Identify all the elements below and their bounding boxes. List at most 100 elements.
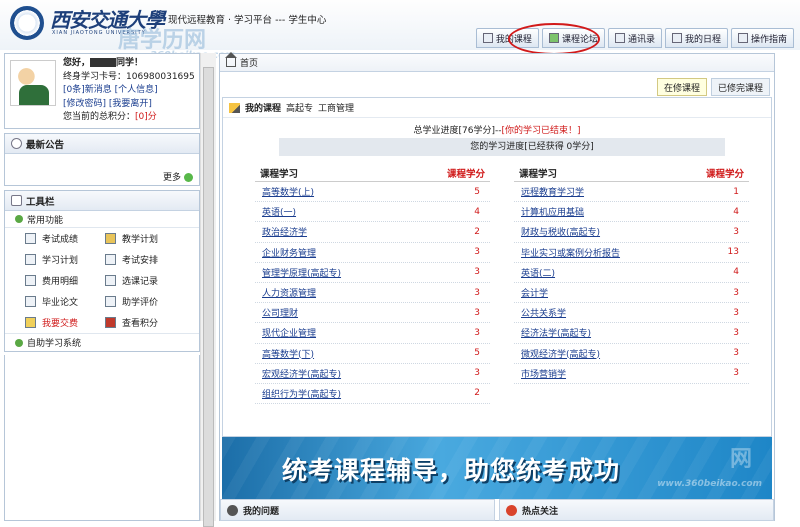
col-course-header: 课程学习 — [519, 169, 558, 180]
my-courses-panel: 我的课程 高起专 工商管理 总学业进度[76学分]--[你的学习已结束！] 您的… — [222, 97, 772, 437]
toolbar-title: 工具栏 — [26, 196, 55, 208]
change-password-link[interactable]: [修改密码] — [63, 99, 106, 109]
tool-evaluation[interactable]: 助学评价 — [105, 295, 185, 308]
tool-view-points[interactable]: 查看积分 — [105, 316, 185, 329]
tab-my-courses[interactable]: 我的课程 — [475, 28, 539, 48]
study-plan-icon — [25, 254, 36, 265]
tool-pay-fees[interactable]: 我要交费 — [25, 316, 105, 329]
messages-link[interactable]: [0条]新消息 — [63, 85, 112, 95]
tool-study-plan[interactable]: 学习计划 — [25, 253, 105, 266]
course-link[interactable]: 高等数学(上) — [262, 185, 314, 198]
course-link[interactable]: 计算机应用基础 — [521, 205, 584, 218]
course-link[interactable]: 公共关系学 — [521, 306, 566, 319]
tool-exam-schedule[interactable]: 考试安排 — [105, 253, 185, 266]
col-credit-header: 课程学分 — [705, 169, 744, 180]
course-row: 现代企业管理 3 — [255, 323, 490, 344]
course-row: 组织行为学(高起专) 2 — [255, 384, 490, 405]
course-credit: 2 — [474, 226, 480, 237]
major-label: 工商管理 — [318, 104, 355, 114]
course-link[interactable]: 市场营销学 — [521, 367, 566, 380]
course-link[interactable]: 毕业实习或案例分析报告 — [521, 246, 620, 259]
course-row: 毕业实习或案例分析报告 13 — [514, 243, 749, 263]
tool-course-records[interactable]: 选课记录 — [105, 274, 185, 287]
banner-watermark-url: www.360beikao.com — [657, 479, 762, 489]
forum-icon — [548, 33, 559, 43]
course-link[interactable]: 现代企业管理 — [262, 326, 316, 339]
university-name: 西安交通大學 — [50, 8, 165, 32]
course-row: 管理学原理(高起专) 3 — [255, 263, 490, 283]
course-subtabs: 在修课程 已修完课程 — [656, 78, 770, 96]
course-link[interactable]: 远程教育学习学 — [521, 185, 584, 198]
course-link[interactable]: 英语(二) — [521, 266, 555, 279]
tab-completed-courses[interactable]: 已修完课程 — [710, 78, 770, 96]
panel-title: 我的课程 — [245, 104, 282, 114]
course-link[interactable]: 人力资源管理 — [262, 286, 316, 299]
tool-teaching-plan[interactable]: 教学计划 — [105, 232, 185, 245]
tool-exam-grades[interactable]: 考试成绩 — [25, 232, 105, 245]
tool-fee-details[interactable]: 费用明细 — [25, 274, 105, 287]
course-link[interactable]: 微观经济学(高起专) — [521, 347, 600, 360]
promo-banner[interactable]: 统考课程辅导，助您统考成功 网 www.360beikao.com — [222, 437, 772, 499]
my-questions-header[interactable]: 我的问题 — [220, 499, 495, 521]
course-credit: 3 — [733, 368, 739, 379]
alert-icon — [506, 504, 517, 516]
course-row: 微观经济学(高起专) 3 — [514, 344, 749, 364]
course-row: 政治经济学 2 — [255, 222, 490, 243]
breadcrumb-home[interactable]: 首页 — [240, 56, 258, 69]
course-link[interactable]: 公司理财 — [262, 306, 298, 319]
course-credit: 4 — [474, 206, 480, 217]
personal-info-link[interactable]: [个人信息] — [115, 85, 158, 95]
course-link[interactable]: 组织行为学(高起专) — [262, 387, 341, 400]
leave-link[interactable]: [我要离开] — [109, 99, 152, 109]
course-link[interactable]: 管理学原理(高起专) — [262, 266, 341, 279]
home-icon — [482, 33, 493, 43]
tool-thesis[interactable]: 毕业论文 — [25, 295, 105, 308]
pencil-icon — [229, 102, 240, 113]
main-content: 首页 在修课程 已修完课程 我的课程 高起专 工商管理 总学业进度[76学分]-… — [219, 52, 775, 521]
course-credit: 5 — [474, 348, 480, 359]
evaluation-icon — [105, 296, 116, 307]
course-link[interactable]: 政治经济学 — [262, 225, 307, 238]
scrollbar[interactable] — [200, 53, 216, 527]
banner-text: 统考课程辅导，助您统考成功 — [282, 456, 621, 485]
tab-course-forum[interactable]: 课程论坛 — [541, 28, 605, 48]
course-link[interactable]: 会计学 — [521, 286, 548, 299]
calendar-icon — [671, 33, 682, 43]
question-icon — [227, 504, 238, 516]
course-link[interactable]: 高等数学(下) — [262, 347, 314, 360]
tab-my-schedule[interactable]: 我的日程 — [664, 28, 728, 48]
tab-contacts[interactable]: 通讯录 — [607, 28, 662, 48]
course-link[interactable]: 宏观经济学(高起专) — [262, 367, 341, 380]
announcements-title: 最新公告 — [26, 139, 65, 151]
left-sidebar-blank — [4, 355, 200, 521]
course-credit: 3 — [474, 368, 480, 379]
course-row: 高等数学(上) 5 — [255, 182, 490, 203]
course-credit: 3 — [733, 226, 739, 237]
level-label: 高起专 — [286, 104, 314, 114]
more-icon[interactable] — [184, 173, 193, 182]
scrollbar-thumb[interactable] — [203, 67, 214, 527]
home-icon — [225, 52, 237, 67]
score-value: [0]分 — [135, 112, 157, 122]
course-row: 市场营销学 3 — [514, 364, 749, 384]
tab-current-courses[interactable]: 在修课程 — [656, 78, 707, 96]
common-functions-title: 常用功能 — [27, 215, 64, 226]
fees-icon — [25, 275, 36, 286]
breadcrumb: 首页 — [220, 52, 774, 72]
tab-guide[interactable]: 操作指南 — [730, 28, 794, 48]
course-row: 会计学 3 — [514, 283, 749, 304]
col-course-header: 课程学习 — [260, 169, 299, 180]
course-link[interactable]: 经济法学(高起专) — [521, 326, 591, 339]
self-study-link[interactable]: 自助学习系统 — [5, 333, 199, 351]
bullet-icon — [15, 338, 23, 347]
course-link[interactable]: 财政与税收(高起专) — [521, 225, 600, 238]
left-sidebar: 您好， 同学！ 终身学习卡号：106980031695 [0条]新消息 [个人信息… — [4, 53, 200, 352]
col-credit-header: 课程学分 — [446, 169, 485, 180]
course-credit: 3 — [474, 267, 480, 278]
course-link[interactable]: 企业财务管理 — [262, 246, 316, 259]
course-row: 英语(二) 4 — [514, 263, 749, 283]
course-link[interactable]: 英语(一) — [262, 205, 296, 218]
more-link[interactable]: 更多 — [163, 173, 181, 183]
hot-topics-header[interactable]: 热点关注 — [499, 499, 774, 521]
avatar — [10, 60, 56, 106]
